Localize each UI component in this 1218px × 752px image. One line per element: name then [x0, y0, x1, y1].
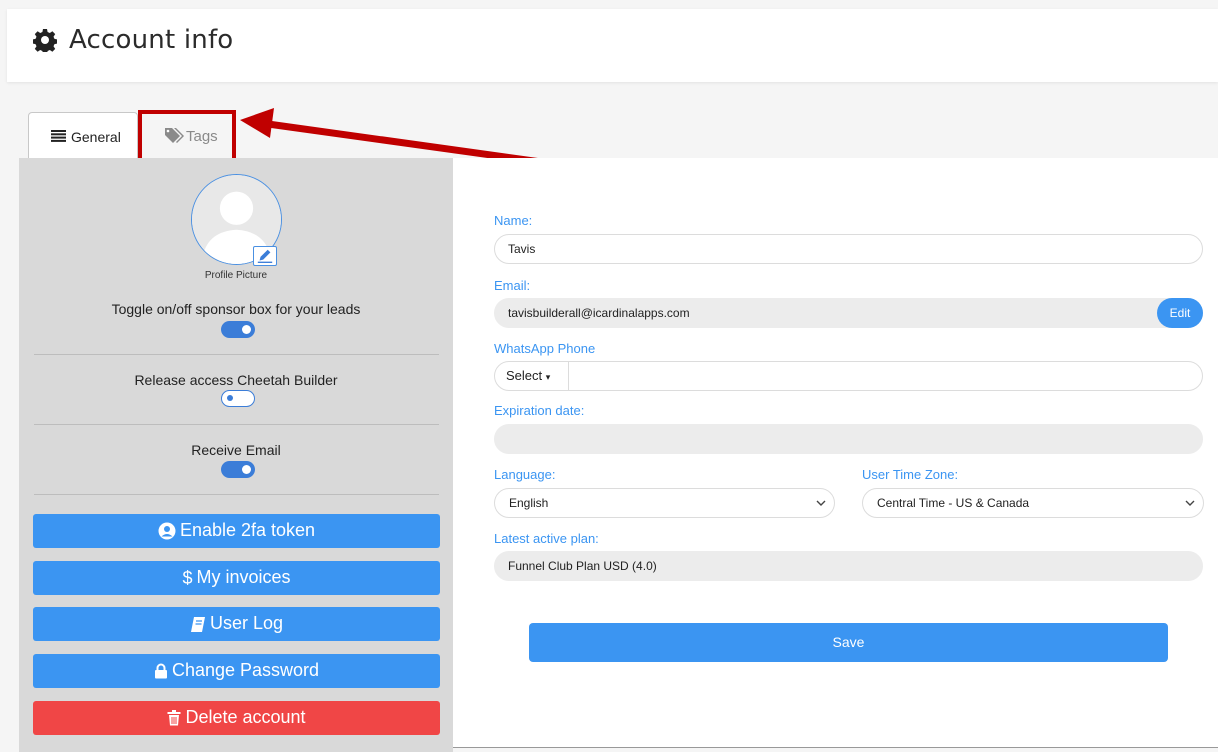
- profile-picture-label: Profile Picture: [204, 270, 268, 281]
- timezone-select[interactable]: Central Time - US & Canada: [862, 488, 1204, 518]
- gear-icon: [33, 29, 57, 52]
- tab-general-label: General: [71, 129, 121, 145]
- sponsor-toggle[interactable]: [221, 321, 255, 338]
- sponsor-toggle-label: Toggle on/off sponsor box for your leads: [111, 301, 361, 317]
- enable-2fa-label: Enable 2fa token: [179, 520, 316, 540]
- delete-account-button[interactable]: Delete account: [33, 701, 440, 735]
- edit-picture-icon[interactable]: [253, 246, 277, 266]
- pencil-icon: [257, 249, 273, 263]
- whatsapp-label: WhatsApp Phone: [494, 341, 596, 356]
- form-panel: Name: Tavis Email: tavisbuilderall@icard…: [453, 158, 1218, 748]
- dollar-icon: $: [182, 567, 193, 588]
- expiration-label: Expiration date:: [494, 403, 585, 418]
- user-circle-icon: [158, 522, 176, 540]
- divider: [34, 494, 439, 495]
- plan-input: Funnel Club Plan USD (4.0): [494, 551, 1203, 581]
- country-code-label: Select: [506, 368, 543, 383]
- name-label: Name:: [494, 213, 533, 228]
- trash-icon: [167, 710, 181, 726]
- page-header: Account info: [7, 9, 1218, 82]
- country-code-select[interactable]: Select ▾: [495, 362, 569, 390]
- list-icon: [51, 130, 66, 142]
- language-select[interactable]: English: [494, 488, 835, 518]
- email-label: Email:: [494, 278, 531, 293]
- user-log-label: User Log: [209, 613, 284, 633]
- divider: [34, 354, 439, 355]
- cheetah-toggle[interactable]: [221, 390, 255, 407]
- chevron-down-icon: [816, 500, 826, 506]
- language-label: Language:: [494, 467, 556, 482]
- tab-general[interactable]: General: [28, 112, 138, 159]
- tags-icon: [165, 128, 184, 143]
- change-password-label: Change Password: [171, 660, 320, 680]
- account-info-page: Account info General Tags Profile Pictur…: [0, 0, 1218, 752]
- delete-account-label: Delete account: [185, 707, 306, 727]
- save-button[interactable]: Save: [529, 623, 1168, 662]
- expiration-input: [494, 424, 1203, 454]
- user-log-button[interactable]: User Log: [33, 607, 440, 641]
- plan-label: Latest active plan:: [494, 531, 599, 546]
- change-password-button[interactable]: Change Password: [33, 654, 440, 688]
- book-icon: [190, 616, 205, 632]
- my-invoices-button[interactable]: $ My invoices: [33, 561, 440, 595]
- tab-tags-label: Tags: [186, 128, 218, 145]
- receive-email-toggle[interactable]: [221, 461, 255, 478]
- sidebar-panel: Profile Picture Toggle on/off sponsor bo…: [19, 158, 453, 752]
- divider: [34, 424, 439, 425]
- chevron-down-icon: [1185, 500, 1195, 506]
- cheetah-toggle-label: Release access Cheetah Builder: [134, 372, 338, 388]
- email-edit-button[interactable]: Edit: [1157, 298, 1203, 328]
- tab-tags[interactable]: Tags: [138, 110, 236, 163]
- enable-2fa-button[interactable]: Enable 2fa token: [33, 514, 440, 548]
- whatsapp-field[interactable]: Select ▾: [494, 361, 1203, 391]
- caret-down-icon: ▾: [545, 372, 551, 382]
- my-invoices-label: My invoices: [196, 567, 291, 587]
- name-input[interactable]: Tavis: [494, 234, 1203, 264]
- email-input[interactable]: tavisbuilderall@icardinalapps.com Edit: [494, 298, 1203, 328]
- divider: [453, 747, 1218, 748]
- language-value: English: [509, 496, 549, 510]
- email-toggle-label: Receive Email: [191, 442, 281, 458]
- timezone-label: User Time Zone:: [862, 467, 959, 482]
- lock-icon: [154, 663, 167, 679]
- timezone-value: Central Time - US & Canada: [877, 496, 1030, 510]
- email-value: tavisbuilderall@icardinalapps.com: [508, 306, 690, 320]
- page-title: Account info: [69, 25, 234, 55]
